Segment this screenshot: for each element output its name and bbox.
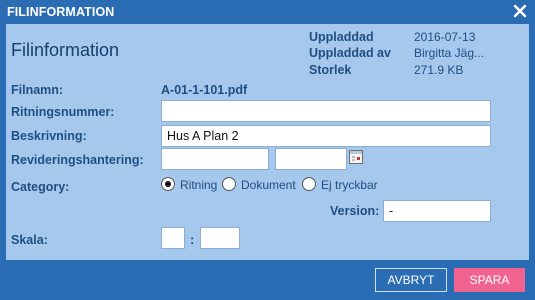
size-label: Storlek — [309, 63, 352, 77]
calendar-icon[interactable] — [349, 150, 363, 164]
scale-label: Skala: — [11, 233, 48, 247]
uploaded-by-label: Uppladdad av — [309, 46, 391, 60]
save-button[interactable]: SPARA — [454, 268, 525, 292]
revision-label: Revideringshantering: — [11, 153, 144, 167]
dialog-titlebar: FILINFORMATION — [0, 0, 535, 24]
scale-separator: : — [190, 232, 195, 247]
category-option-label: Ej tryckbar — [321, 178, 378, 192]
revision-date-input[interactable] — [275, 148, 347, 170]
close-icon[interactable] — [512, 3, 528, 19]
category-radio-ritning[interactable] — [161, 177, 175, 191]
description-input[interactable] — [161, 125, 491, 147]
category-label: Category: — [11, 180, 70, 194]
scale-right-input[interactable] — [200, 227, 240, 249]
category-radio-dokument[interactable] — [222, 177, 236, 191]
dialog-title: FILINFORMATION — [7, 5, 115, 19]
category-option-label: Ritning — [180, 178, 218, 192]
version-label: Version: — [330, 204, 380, 218]
drawing-number-input[interactable] — [161, 100, 491, 122]
cancel-button[interactable]: AVBRYT — [375, 268, 447, 292]
scale-left-input[interactable] — [161, 227, 185, 249]
page-title: Filinformation — [11, 40, 120, 60]
revision-input[interactable] — [161, 148, 269, 170]
size-value: 271.9 KB — [414, 63, 464, 77]
version-input[interactable] — [383, 200, 491, 222]
filename-value: A-01-1-101.pdf — [161, 83, 248, 97]
category-option-label: Dokument — [241, 178, 296, 192]
uploaded-by-value: Birgitta Jäg... — [414, 46, 485, 60]
description-label: Beskrivning: — [11, 129, 87, 143]
dialog-body: Filinformation Uppladdad 2016-07-13 Uppl… — [6, 24, 529, 260]
uploaded-label: Uppladdad — [309, 30, 374, 44]
uploaded-value: 2016-07-13 — [414, 30, 476, 44]
category-radio-ej-tryckbar[interactable] — [302, 177, 316, 191]
file-information-dialog: FILINFORMATION Filinformation Uppladdad … — [0, 0, 535, 300]
drawing-number-label: Ritningsnummer: — [11, 105, 115, 119]
filename-label: Filnamn: — [11, 83, 64, 97]
